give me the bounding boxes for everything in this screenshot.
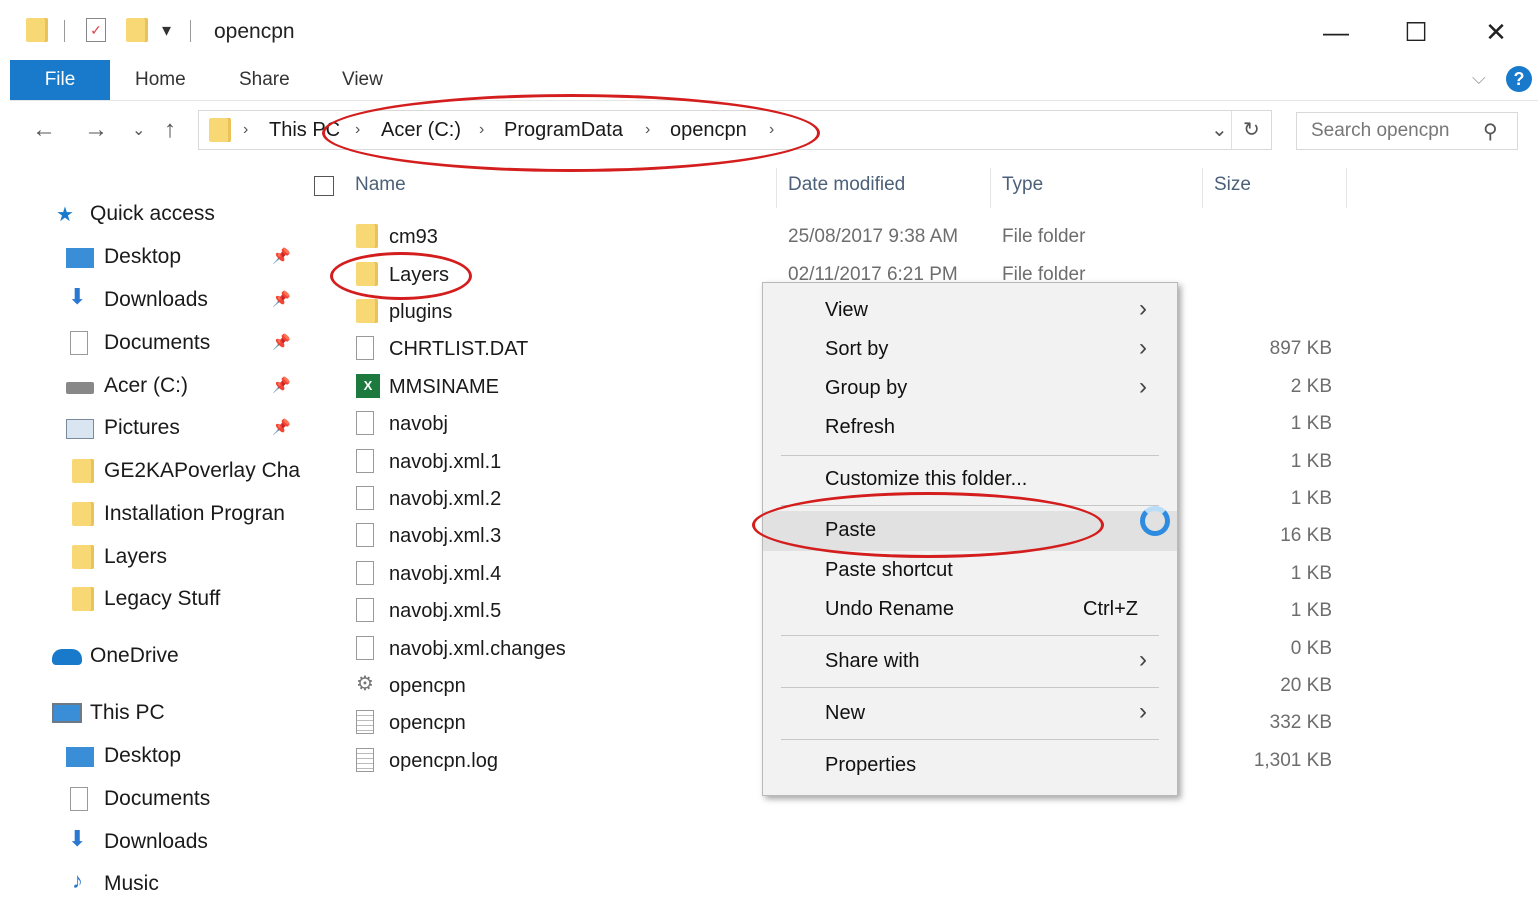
chevron-right-icon: › <box>1139 295 1147 322</box>
drive-icon <box>66 382 94 394</box>
column-header-type[interactable]: Type <box>1002 174 1043 196</box>
menu-separator <box>781 455 1159 456</box>
select-all-checkbox[interactable] <box>314 176 334 196</box>
column-header-size[interactable]: Size <box>1214 174 1251 196</box>
folder-icon <box>26 18 48 42</box>
pin-icon[interactable]: 📌 <box>272 418 291 436</box>
folder-icon <box>209 118 231 142</box>
menu-item-properties[interactable]: Properties <box>763 746 1177 784</box>
divider <box>1231 111 1232 149</box>
music-note-icon: ♪ <box>72 868 83 893</box>
settings-file-icon: ⚙ <box>356 673 374 695</box>
star-icon: ★ <box>56 204 74 226</box>
file-icon <box>356 411 374 435</box>
column-divider[interactable] <box>1346 168 1347 208</box>
back-arrow-icon[interactable]: ← <box>32 116 56 144</box>
folder-icon <box>72 502 94 526</box>
menu-separator <box>781 687 1159 688</box>
menu-item-group-by[interactable]: Group by › <box>763 369 1177 407</box>
file-icon <box>356 523 374 547</box>
menu-item-undo-rename[interactable]: Undo Rename Ctrl+Z <box>763 590 1177 628</box>
text-file-icon <box>356 748 374 772</box>
menu-item-view[interactable]: View › <box>763 291 1177 329</box>
up-arrow-icon[interactable]: ↑ <box>164 116 176 144</box>
menu-separator <box>781 739 1159 740</box>
file-icon <box>356 636 374 660</box>
file-icon <box>356 486 374 510</box>
close-button[interactable]: ✕ <box>1476 14 1516 50</box>
new-folder-icon[interactable] <box>126 18 148 42</box>
documents-icon <box>70 331 88 355</box>
chevron-right-icon: › <box>1139 373 1147 400</box>
desktop-icon <box>66 747 94 767</box>
quick-access-dropdown-icon[interactable]: ▾ <box>162 20 171 41</box>
divider <box>190 20 191 42</box>
file-icon <box>356 449 374 473</box>
file-icon <box>356 336 374 360</box>
column-header-date-modified[interactable]: Date modified <box>788 174 905 196</box>
divider <box>64 20 65 42</box>
chevron-right-icon: › <box>1139 646 1147 673</box>
ribbon: File Home Share View ⌵ ? <box>10 60 1538 100</box>
excel-file-icon: X <box>356 374 380 398</box>
breadcrumb-separator-icon: › <box>243 121 249 138</box>
column-divider[interactable] <box>990 168 991 208</box>
refresh-icon[interactable]: ↻ <box>1243 117 1260 142</box>
folder-icon <box>72 587 94 611</box>
forward-arrow-icon[interactable]: → <box>84 116 108 144</box>
title-bar: ✓ ▾ opencpn — ☐ ✕ <box>10 0 1538 60</box>
pin-icon[interactable]: 📌 <box>272 333 291 351</box>
folder-icon <box>356 224 378 248</box>
menu-item-new[interactable]: New › <box>763 694 1177 732</box>
search-icon[interactable]: ⚲ <box>1483 119 1498 144</box>
menu-item-refresh[interactable]: Refresh <box>763 408 1177 446</box>
help-icon[interactable]: ? <box>1506 66 1532 92</box>
divider <box>10 100 1538 101</box>
file-icon <box>356 598 374 622</box>
text-file-icon <box>356 710 374 734</box>
tab-view[interactable]: View <box>342 60 383 100</box>
pin-icon[interactable]: 📌 <box>272 247 291 265</box>
folder-icon <box>356 299 378 323</box>
annotation-ellipse <box>330 252 472 300</box>
file-icon <box>356 561 374 585</box>
documents-icon <box>70 787 88 811</box>
search-input[interactable]: Search opencpn ⚲ <box>1296 112 1518 150</box>
file-row-folder[interactable]: cm93 25/08/2017 9:38 AM File folder <box>352 220 1352 256</box>
recent-locations-chevron-icon[interactable]: ⌄ <box>132 120 145 140</box>
menu-item-share-with[interactable]: Share with › <box>763 642 1177 680</box>
column-divider[interactable] <box>776 168 777 208</box>
annotation-ellipse <box>322 94 820 172</box>
pin-icon[interactable]: 📌 <box>272 290 291 308</box>
tab-file[interactable]: File <box>10 60 110 100</box>
pictures-icon <box>66 419 94 439</box>
menu-separator <box>781 635 1159 636</box>
minimize-button[interactable]: — <box>1316 14 1356 50</box>
menu-item-sort-by[interactable]: Sort by › <box>763 330 1177 368</box>
window-title: opencpn <box>214 20 295 43</box>
pin-icon[interactable]: 📌 <box>272 376 291 394</box>
search-placeholder: Search opencpn <box>1311 120 1450 141</box>
computer-icon <box>52 703 82 723</box>
expand-ribbon-icon[interactable]: ⌵ <box>1472 68 1486 89</box>
column-header-name[interactable]: Name <box>355 174 406 196</box>
busy-cursor-icon <box>1140 506 1170 536</box>
tab-home[interactable]: Home <box>135 60 186 100</box>
folder-icon <box>72 459 94 483</box>
navigation-pane: ★ Quick access Desktop 📌 ⬇ Downloads 📌 D… <box>10 160 300 896</box>
shortcut-label: Ctrl+Z <box>1083 598 1138 620</box>
cloud-icon <box>52 649 82 665</box>
download-arrow-icon: ⬇ <box>68 284 87 309</box>
properties-icon[interactable]: ✓ <box>86 18 106 42</box>
maximize-button[interactable]: ☐ <box>1396 14 1436 50</box>
column-divider[interactable] <box>1202 168 1203 208</box>
tab-share[interactable]: Share <box>239 60 290 100</box>
annotation-ellipse <box>752 492 1104 558</box>
address-history-chevron-icon[interactable]: ⌄ <box>1211 117 1228 142</box>
chevron-right-icon: › <box>1139 334 1147 361</box>
desktop-icon <box>66 248 94 268</box>
chevron-right-icon: › <box>1139 698 1147 725</box>
download-arrow-icon: ⬇ <box>68 826 87 851</box>
folder-icon <box>72 545 94 569</box>
